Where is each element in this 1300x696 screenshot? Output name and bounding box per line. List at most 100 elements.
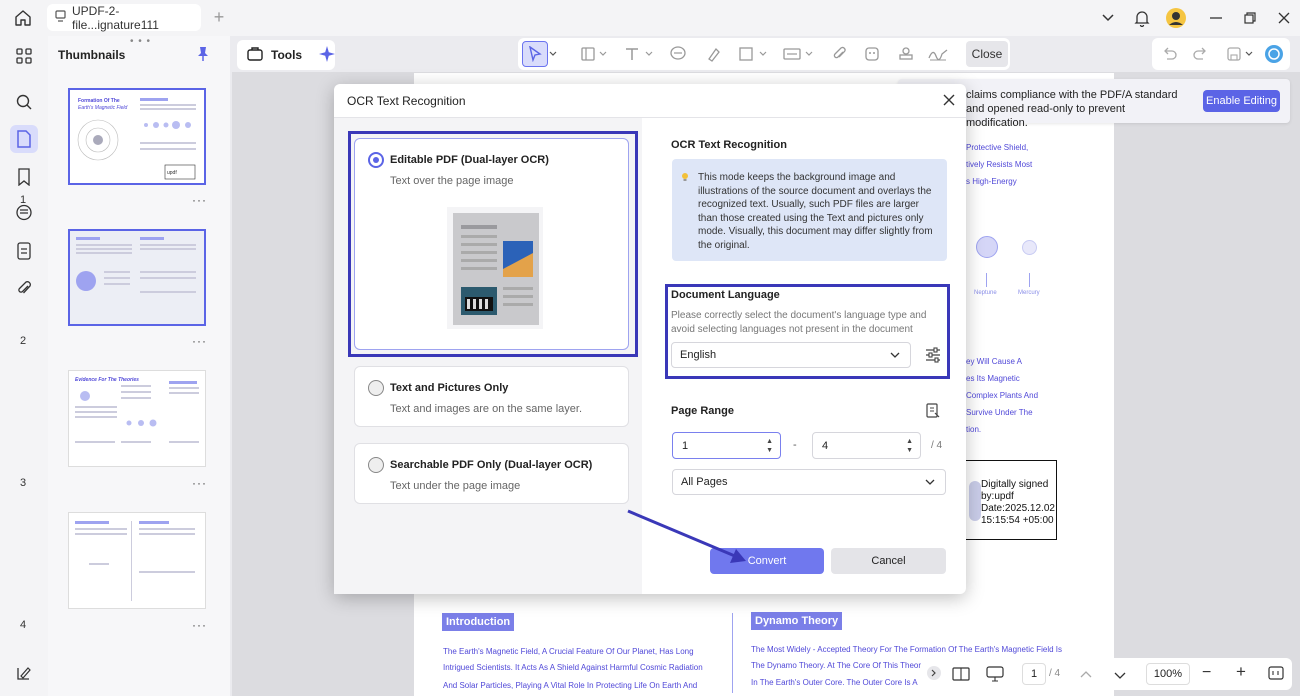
doc-line: Intrigued Scientists. It Acts As A Shiel… <box>443 663 703 672</box>
minimize-icon[interactable] <box>1206 8 1226 28</box>
svg-text:Formation Of The: Formation Of The <box>78 98 120 104</box>
radio-searchable-pdf[interactable] <box>368 457 384 473</box>
select-cursor-icon[interactable] <box>522 41 548 67</box>
undo-icon[interactable] <box>1160 45 1180 63</box>
page-navigation-bar: 1 / 4 100% − + <box>922 658 1292 690</box>
signature-box[interactable]: Digitally signed by:updf Date:2025.12.02… <box>964 460 1057 540</box>
form-icon[interactable] <box>12 239 36 263</box>
stamp-icon[interactable] <box>896 45 916 63</box>
chevron-down-icon[interactable] <box>1244 45 1254 63</box>
thumbnail-number-4: 4 <box>20 619 27 631</box>
svg-text:Evidence For The Theories: Evidence For The Theories <box>75 377 139 383</box>
restore-icon[interactable] <box>1240 8 1260 28</box>
close-tools-button[interactable]: Close <box>966 41 1008 67</box>
doc-line: The Dynamo Theory. At The Core Of This T… <box>751 661 922 670</box>
document-tab-title: UPDF-2-file...ignature111 <box>72 3 159 32</box>
doc-line: ey Will Cause A <box>966 357 1023 366</box>
zoom-input[interactable]: 100% <box>1146 663 1190 685</box>
bell-icon[interactable] <box>1132 8 1152 28</box>
thumbnail-number-2: 2 <box>20 335 27 347</box>
pin-icon[interactable] <box>196 46 210 62</box>
radio-text-and-pictures[interactable] <box>368 380 384 396</box>
doc-line: The Most Widely - Accepted Theory For Th… <box>751 645 1062 654</box>
chevron-down-icon[interactable] <box>1114 669 1126 683</box>
option-searchable-pdf[interactable]: Searchable PDF Only (Dual-layer OCR) Tex… <box>354 443 629 504</box>
close-window-icon[interactable] <box>1274 8 1294 28</box>
apps-grid-icon[interactable] <box>12 44 36 68</box>
zoom-out-icon[interactable]: − <box>1202 664 1211 682</box>
zoom-in-icon[interactable]: + <box>1236 662 1246 682</box>
chevron-down-icon[interactable] <box>548 45 558 63</box>
close-icon[interactable] <box>942 93 958 109</box>
chevron-down-icon[interactable] <box>598 45 608 63</box>
redo-icon[interactable] <box>1190 45 1210 63</box>
left-rail <box>0 36 48 696</box>
thumbnail-more-4[interactable]: ··· <box>192 618 207 632</box>
page-range-total: / 4 <box>931 440 943 451</box>
thumbnail-more-3[interactable]: ··· <box>192 476 207 490</box>
page-range-from[interactable]: 1 ▲ ▼ <box>672 432 781 459</box>
layers-icon[interactable] <box>12 661 36 685</box>
chevron-down-icon[interactable] <box>804 45 814 63</box>
intro-heading: Introduction <box>442 613 515 631</box>
shape-tool-icon[interactable] <box>736 45 756 63</box>
form-field-icon[interactable] <box>782 45 802 63</box>
highlight-annotation <box>665 284 950 379</box>
dialog-title: OCR Text Recognition <box>347 94 466 108</box>
stepper-arrows-icon[interactable]: ▲ ▼ <box>906 437 913 455</box>
chevron-right-icon[interactable] <box>927 666 941 680</box>
cancel-button[interactable]: Cancel <box>831 548 946 574</box>
svg-text:updf: updf <box>167 170 177 176</box>
chevron-down-icon[interactable] <box>644 45 654 63</box>
tools-button[interactable]: Tools <box>237 40 336 70</box>
sticker-icon[interactable] <box>862 45 882 63</box>
highlight-tool-icon[interactable] <box>704 45 724 63</box>
planet-label: Neptune <box>974 290 997 296</box>
home-icon[interactable] <box>12 8 34 28</box>
comment-tool-icon[interactable] <box>668 45 688 63</box>
option-text-and-pictures[interactable]: Text and Pictures Only Text and images a… <box>354 366 629 427</box>
doc-line: Protective Shield, <box>966 143 1029 152</box>
enable-editing-button[interactable]: Enable Editing <box>1203 90 1280 112</box>
signature-icon[interactable] <box>928 45 948 63</box>
option-title: Searchable PDF Only (Dual-layer OCR) <box>390 459 593 471</box>
document-tab[interactable]: UPDF-2-file...ignature111 <box>47 3 201 32</box>
panel-grip[interactable]: • • • <box>130 36 151 47</box>
page-range-icon[interactable] <box>925 403 941 422</box>
attachment-tool-icon[interactable] <box>830 45 850 63</box>
fit-page-icon[interactable] <box>1268 666 1284 683</box>
page-thumbnail-3[interactable]: Evidence For The Theories <box>68 370 206 467</box>
avatar[interactable] <box>1164 8 1188 28</box>
thumbnails-icon[interactable] <box>10 125 38 153</box>
search-icon[interactable] <box>12 90 36 114</box>
save-icon[interactable] <box>1224 45 1244 63</box>
stepper-arrows-icon[interactable]: ▲ ▼ <box>766 437 773 455</box>
ai-sparkle-icon[interactable] <box>318 45 336 66</box>
planet-mercury <box>1022 240 1037 255</box>
planet-stem <box>1029 273 1030 287</box>
planet-neptune <box>976 236 998 258</box>
mode-info-text: This mode keeps the background image and… <box>698 172 933 251</box>
reading-mode-icon[interactable] <box>952 666 970 685</box>
present-icon[interactable] <box>986 666 1004 685</box>
chevron-up-icon[interactable] <box>1080 667 1092 681</box>
thumbnail-more-1[interactable]: ··· <box>192 193 207 207</box>
attachment-icon[interactable] <box>12 276 36 300</box>
page-range-select[interactable]: All Pages <box>672 469 946 495</box>
page-thumbnail-2[interactable] <box>68 229 206 326</box>
chevron-down-icon[interactable] <box>1098 8 1118 28</box>
page-range-to[interactable]: 4 ▲ ▼ <box>812 432 921 459</box>
page-thumbnail-1[interactable]: Formation Of The Earth's Magnetic Field … <box>68 88 206 185</box>
annotation-tools <box>518 38 1010 70</box>
text-tool-icon[interactable] <box>622 45 642 63</box>
new-tab-button[interactable]: + <box>210 8 228 26</box>
planet-label: Mercury <box>1018 290 1040 296</box>
page-thumbnail-4[interactable] <box>68 512 206 609</box>
bookmark-icon[interactable] <box>12 165 36 189</box>
thumbnail-more-2[interactable]: ··· <box>192 334 207 348</box>
ai-assistant-icon[interactable] <box>1264 45 1284 63</box>
doc-line: In The Earth's Outer Core. The Outer Cor… <box>751 678 918 687</box>
edit-page-icon[interactable] <box>578 45 598 63</box>
chevron-down-icon[interactable] <box>758 45 768 63</box>
page-number-input[interactable]: 1 <box>1022 663 1046 685</box>
